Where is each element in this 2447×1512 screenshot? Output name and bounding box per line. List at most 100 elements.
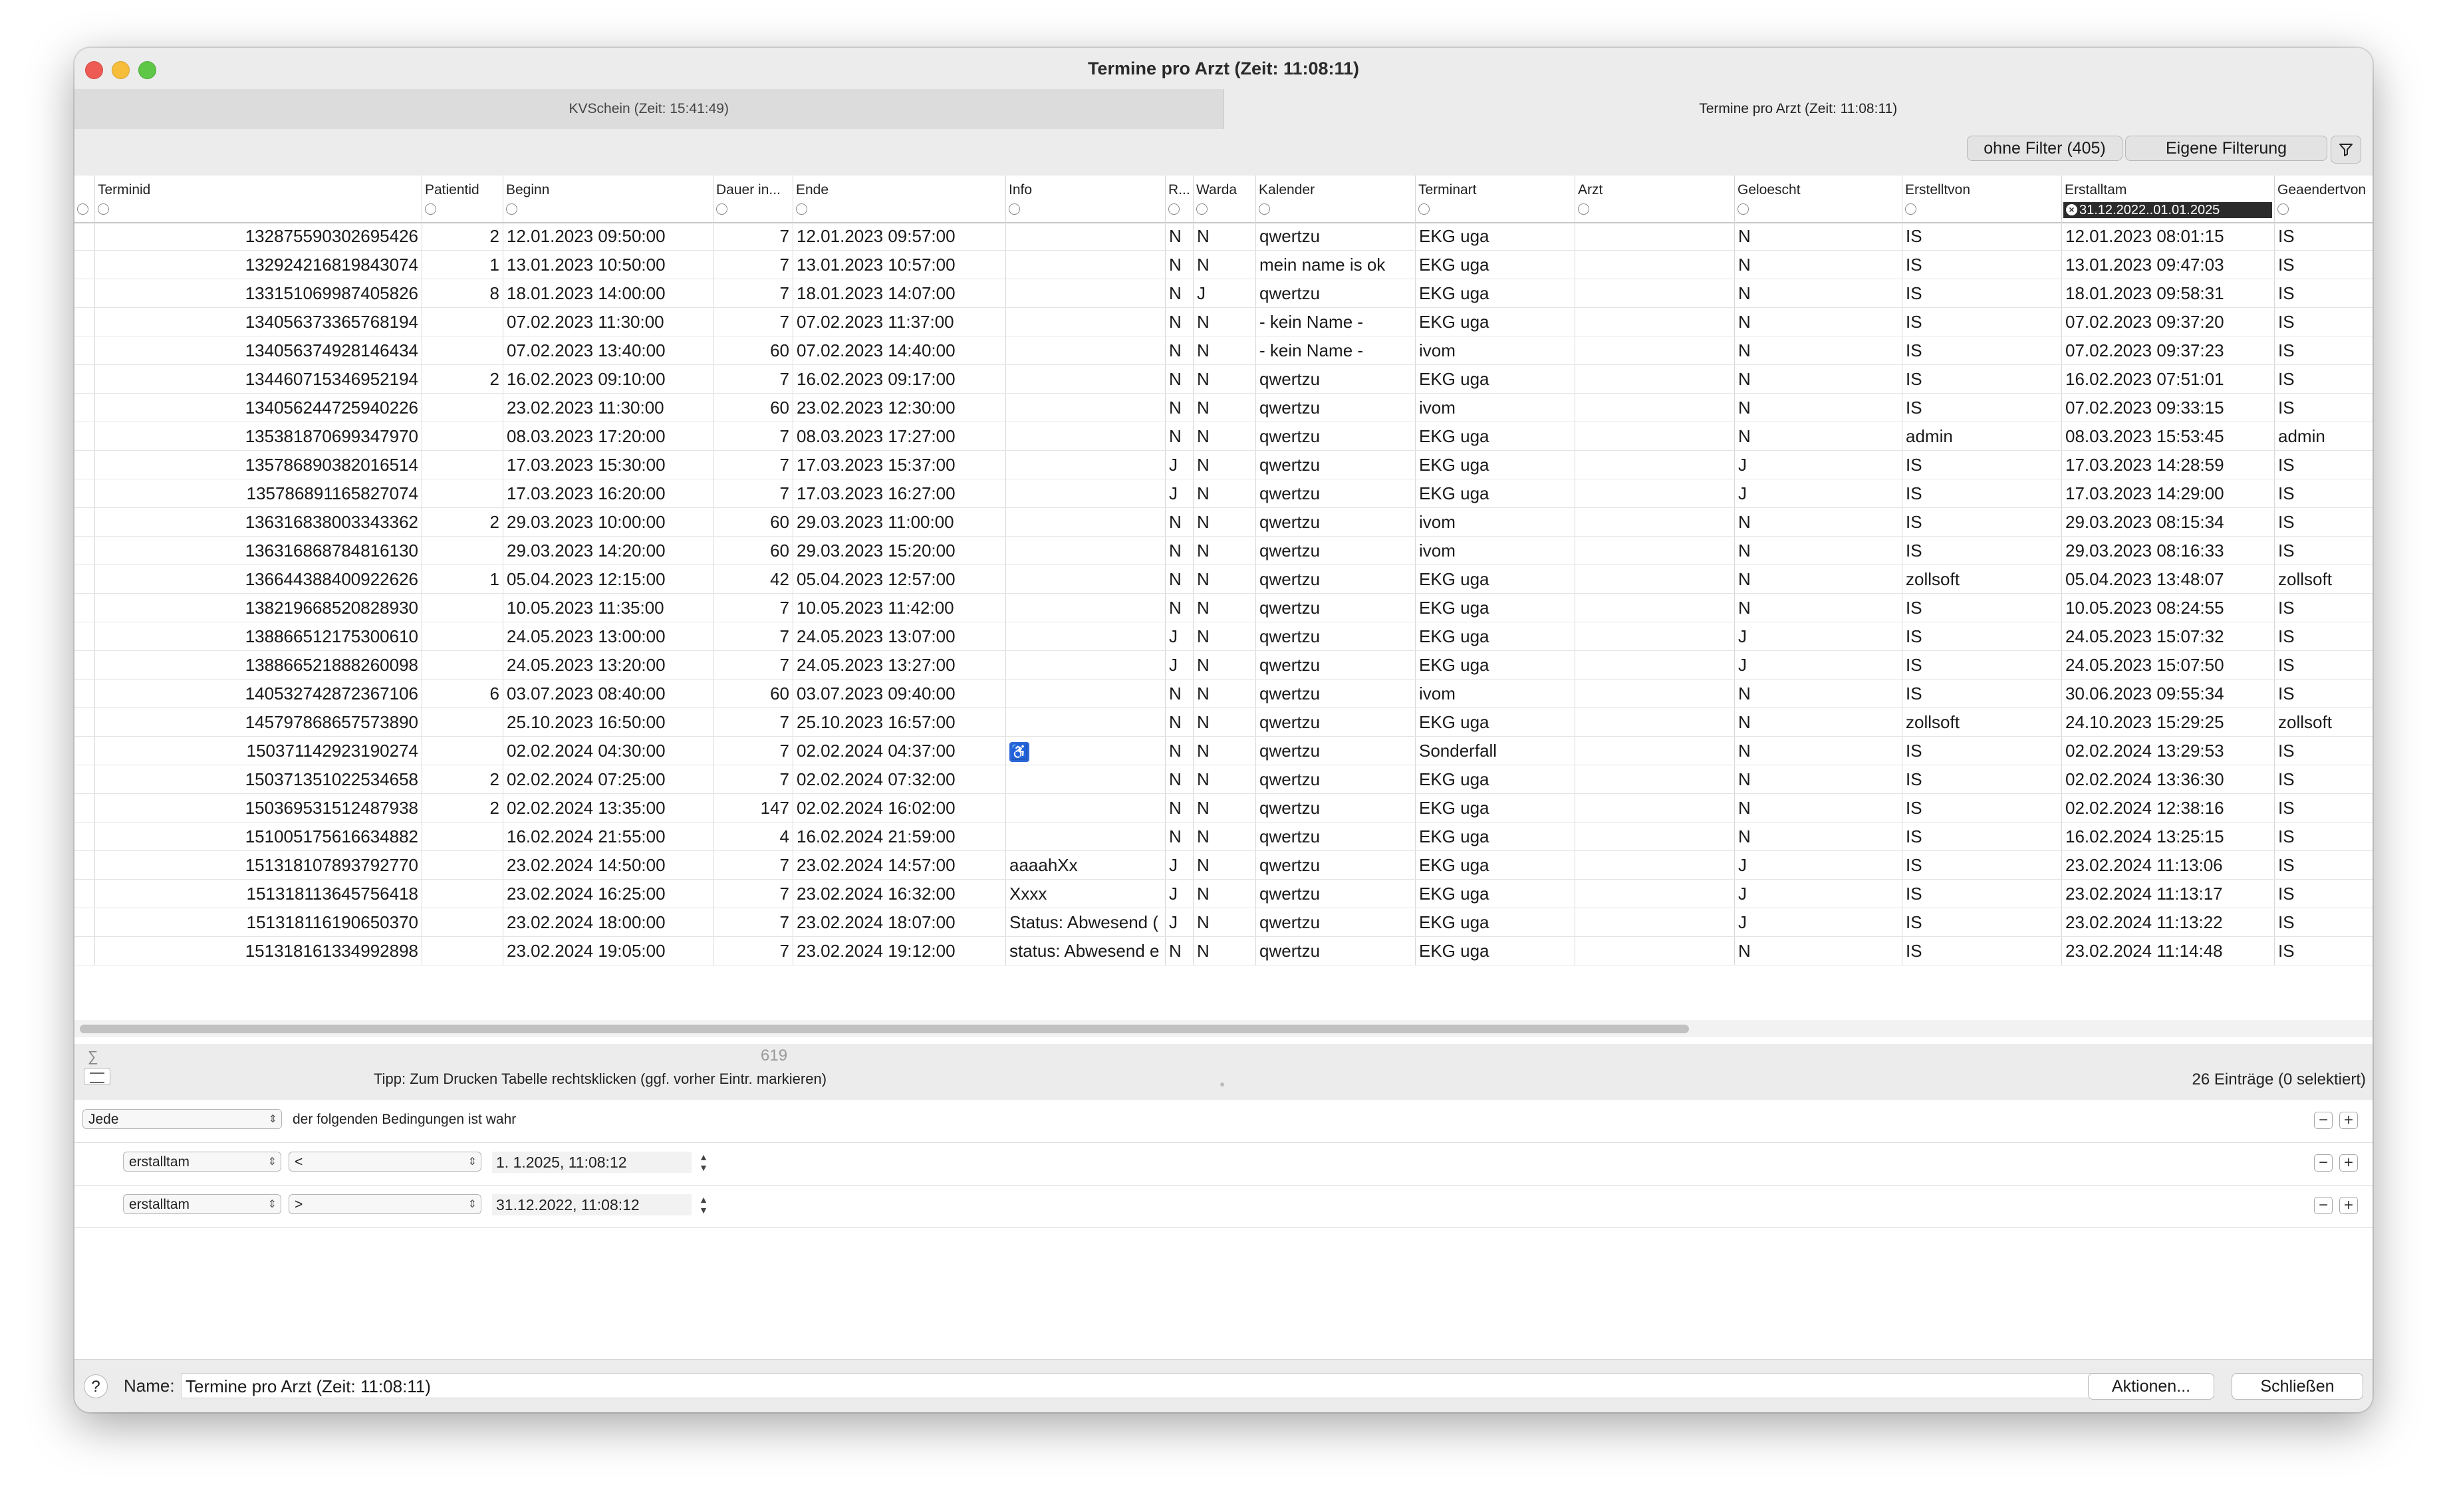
column-header-erstelltvon[interactable]: Erstelltvon [1902,176,2062,222]
date-stepper[interactable]: ▲ ▼ [697,1152,710,1173]
cell-geaendertvon: IS [2274,765,2373,793]
column-header-info[interactable]: Info [1005,176,1166,222]
table-row[interactable]: 134056373365768194 07.02.2023 11:30:00 7 07… [74,308,2373,336]
minimize-window-button[interactable] [112,61,130,79]
column-header-patientid[interactable]: Patientid [422,176,503,222]
tab-termine-pro-arzt[interactable]: Termine pro Arzt (Zeit: 11:08:11) [1224,89,2373,129]
table-row[interactable]: 133151069987405826 8 18.01.2023 14:00:00 7 1… [74,279,2373,308]
add-row-button[interactable]: + [2339,1154,2358,1172]
column-filter-radio[interactable] [98,203,109,215]
date-field[interactable]: 1. 1.2025, 11:08:12 [492,1152,692,1173]
column-filter-radio[interactable] [1578,203,1589,215]
column-header-ende[interactable]: Ende [793,176,1006,222]
column-header-terminart[interactable]: Terminart [1415,176,1575,222]
cell-geloescht: N [1734,565,1902,593]
table-row[interactable]: 138866512175300610 24.05.2023 13:00:00 7 24… [74,622,2373,651]
table-row[interactable]: 138866521888260098 24.05.2023 13:20:00 7 24… [74,651,2373,680]
table-row[interactable]: 151318116190650370 23.02.2024 18:00:00 7 23… [74,908,2373,937]
cell-warda: J [1193,279,1255,307]
table-row[interactable]: 136316868784816130 29.03.2023 14:20:00 60 2… [74,537,2373,565]
column-filter-radio[interactable] [1259,203,1270,215]
actions-button[interactable]: Aktionen... [2088,1373,2214,1400]
column-header-kalender[interactable]: Kalender [1255,176,1416,222]
table-row[interactable]: 132924216819843074 1 13.01.2023 10:50:00 7 1… [74,251,2373,279]
column-filter-radio[interactable] [1196,203,1208,215]
split-handle-icon[interactable]: ● [1220,1078,1225,1089]
table-row[interactable]: 135786891165827074 17.03.2023 16:20:00 7 17… [74,479,2373,508]
help-button[interactable]: ? [84,1374,108,1398]
column-filter-active[interactable]: × 31.12.2022..01.01.2025 [2063,202,2272,218]
table-row[interactable]: 132875590302695426 2 12.01.2023 09:50:00 7 1… [74,222,2373,251]
column-options-icon[interactable] [84,1068,110,1085]
date-stepper[interactable]: ▲ ▼ [697,1194,710,1215]
cell-warda: N [1193,765,1255,793]
close-window-button[interactable] [85,61,103,79]
operator-popup[interactable]: < ⇕ [289,1152,481,1172]
table-row[interactable]: 150369531512487938 2 02.02.2024 13:35:00 14… [74,794,2373,822]
horizontal-scrollbar[interactable] [74,1020,2373,1037]
table-row[interactable]: 140532742872367106 6 03.07.2023 08:40:00 60… [74,680,2373,708]
column-filter-radio[interactable] [2277,203,2289,215]
table-row[interactable]: 138219668520828930 10.05.2023 11:35:00 7 10… [74,594,2373,622]
table-row[interactable]: 151318107893792770 23.02.2024 14:50:00 7 23… [74,851,2373,880]
column-filter-radio[interactable] [1009,203,1020,215]
cell-geaendertvon: IS [2274,451,2373,479]
clear-filter-icon[interactable]: × [2066,204,2077,215]
remove-row-button[interactable]: − [2314,1154,2333,1172]
column-header-geaendertvon[interactable]: Geaendertvon [2274,176,2373,222]
close-button[interactable]: Schließen [2232,1373,2363,1400]
table-row[interactable]: 135381870699347970 08.03.2023 17:20:00 7 08… [74,422,2373,451]
column-filter-radio[interactable] [796,203,807,215]
operator-popup[interactable]: > ⇕ [289,1194,481,1214]
custom-filter-button[interactable]: Eigene Filterung [2125,136,2327,161]
name-input[interactable]: Termine pro Arzt (Zeit: 11:08:11) [181,1373,2134,1398]
table-row[interactable]: 134056244725940226 23.02.2023 11:30:00 60 2… [74,394,2373,422]
column-header-arzt[interactable]: Arzt [1575,176,1735,222]
cell-erstelltvon: IS [1902,394,2061,422]
date-field[interactable]: 31.12.2022, 11:08:12 [492,1194,692,1215]
filter-all-button[interactable]: ohne Filter (405) [1967,136,2123,161]
column-filter-radio[interactable] [1905,203,1916,215]
column-header-warda[interactable]: Warda [1193,176,1256,222]
column-filter-radio[interactable] [1738,203,1749,215]
column-filter-radio[interactable] [1418,203,1430,215]
column-filter-radio[interactable] [716,203,727,215]
column-header-terminid[interactable]: Terminid [94,176,422,222]
column-header-geloescht[interactable]: Geloescht [1734,176,1902,222]
funnel-icon[interactable] [2331,136,2361,164]
add-row-button[interactable]: + [2339,1197,2358,1214]
cell-r: N [1165,737,1193,765]
column-header-erstalltam[interactable]: Erstalltam × 31.12.2022..01.01.2025 [2061,176,2275,222]
add-row-button[interactable]: + [2339,1112,2358,1129]
column-header-r[interactable]: R... [1165,176,1194,222]
table-row[interactable]: 134056374928146434 07.02.2023 13:40:00 60 0… [74,336,2373,365]
table-row[interactable]: 151318161334992898 23.02.2024 19:05:00 7 23… [74,937,2373,965]
table-row[interactable]: 145797868657573890 25.10.2023 16:50:00 7 25… [74,708,2373,737]
column-header-dauer[interactable]: Dauer in... [713,176,793,222]
table-row[interactable]: 150371351022534658 2 02.02.2024 07:25:00 7 0… [74,765,2373,794]
tab-kvschein[interactable]: KVSchein (Zeit: 15:41:49) [74,89,1224,129]
maximize-window-button[interactable] [138,61,156,79]
remove-row-button[interactable]: − [2314,1197,2333,1214]
column-filter-radio[interactable] [425,203,436,215]
cell-patientid [422,479,503,507]
remove-row-button[interactable]: − [2314,1112,2333,1129]
table-row[interactable]: 136644388400922626 1 05.04.2023 12:15:00 42… [74,565,2373,594]
match-popup[interactable]: Jede ⇕ [82,1109,282,1129]
row-selector-radio[interactable] [77,203,88,215]
table-row[interactable]: 134460715346952194 2 16.02.2023 09:10:00 7 1… [74,365,2373,394]
appointments-table[interactable]: Terminid Patientid Beginn Dauer in... Ende In… [74,176,2373,1053]
column-filter-radio[interactable] [506,203,517,215]
table-row[interactable]: 150371142923190274 02.02.2024 04:30:00 7 02… [74,737,2373,765]
table-row[interactable]: 151005175616634882 16.02.2024 21:55:00 4 16… [74,822,2373,851]
cell-terminart: ivom [1415,336,1575,364]
table-row[interactable]: 136316838003343362 2 29.03.2023 10:00:00 60… [74,508,2373,537]
cell-terminart: EKG uga [1415,279,1575,307]
table-row[interactable]: 135786890382016514 17.03.2023 15:30:00 7 17… [74,451,2373,479]
column-filter-radio[interactable] [1168,203,1180,215]
field-popup[interactable]: erstalltam ⇕ [123,1152,281,1172]
scrollbar-thumb[interactable] [80,1025,1689,1033]
column-header-beginn[interactable]: Beginn [503,176,713,222]
table-row[interactable]: 151318113645756418 23.02.2024 16:25:00 7 23… [74,880,2373,908]
field-popup[interactable]: erstalltam ⇕ [123,1194,281,1214]
